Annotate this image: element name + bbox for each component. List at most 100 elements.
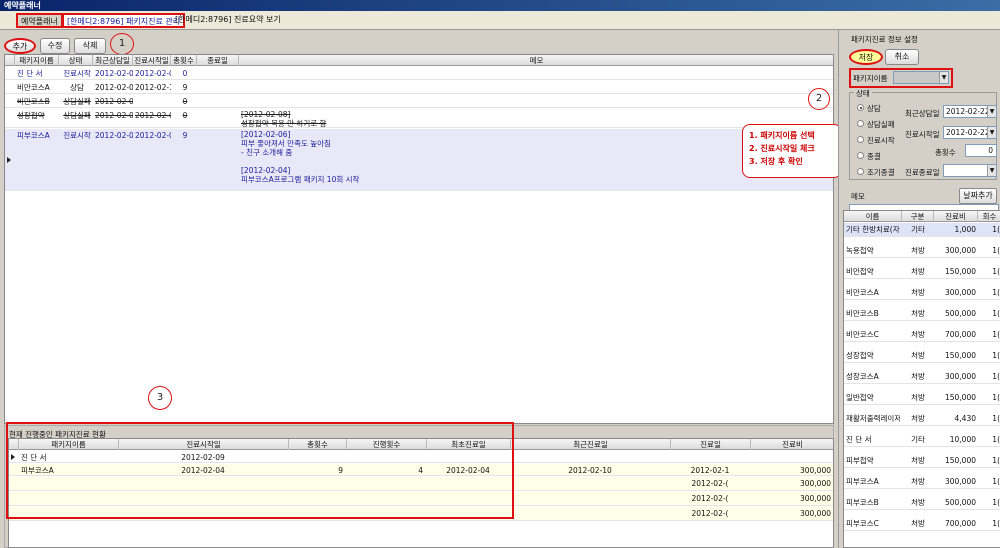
table-row[interactable]: 진 단 서 진료시작 2012-02-092012-02-09 0 — [5, 67, 833, 80]
callout-3: 3 — [148, 386, 172, 410]
cell-first: 2012-02-04 — [446, 466, 490, 475]
cell-name: 피부코스A — [17, 131, 50, 140]
cell-n: 1( — [992, 267, 1000, 276]
cell-count: 0 — [182, 111, 188, 120]
list-item[interactable]: 녹용첩약 처방 300,000 1( — [844, 244, 1000, 258]
header-last-visit: 최근진료일 — [511, 439, 671, 450]
list-item[interactable]: 일반첩약 처방 150,000 1( — [844, 391, 1000, 405]
radio-button[interactable] — [857, 168, 864, 175]
chevron-down-icon[interactable]: ▼ — [939, 72, 948, 83]
cell-name: 성장첩약 — [846, 351, 874, 360]
status-radio-1[interactable]: 상담실패 — [857, 118, 903, 130]
cell-name: 비만코스A — [846, 288, 879, 297]
table-row[interactable]: 피부코스A진료시작2012-02-042012-02-049[2012-02-0… — [5, 129, 833, 191]
list-item[interactable]: 재활저출력레이저 처방 4,430 1( — [844, 412, 1000, 426]
add-button[interactable]: 추가 — [4, 38, 36, 54]
delete-button[interactable]: 삭제 — [74, 38, 106, 54]
cell-n: 1( — [992, 393, 1000, 402]
cell-price: 500,000 — [944, 498, 976, 507]
header-status: 상태 — [59, 55, 93, 66]
tab-planner[interactable]: 예약플래너 — [16, 13, 63, 28]
list-item[interactable]: 피부코스C 처방 700,000 1( — [844, 517, 1000, 531]
list-item[interactable]: 피부코스B 처방 500,000 1( — [844, 496, 1000, 510]
list-item[interactable]: 비만첩약 처방 150,000 1( — [844, 265, 1000, 279]
list-item[interactable]: 기타 한방치료(자 기타 1,000 1( — [844, 223, 1000, 237]
table-row[interactable]: 2012-02-(300,000 — [9, 507, 833, 521]
cell-name: 재활저출력레이저 — [846, 414, 900, 423]
cell-n: 1( — [992, 372, 1000, 381]
table-row[interactable]: 성장첩약 상담실패 2012-02-082012-02-08 0 [2012-02-08… — [5, 109, 833, 128]
cell-count: 9 — [182, 83, 188, 92]
table-row[interactable]: 2012-02-( 300,000 — [9, 492, 833, 506]
cell-type: 처방 — [911, 477, 925, 486]
start-date-value: 2012-02-22 — [946, 128, 990, 137]
list-item[interactable]: 성장첩약 처방 150,000 1( — [844, 349, 1000, 363]
status-radio-0[interactable]: 상담 — [857, 102, 903, 114]
table-row[interactable]: 비만코스B 상담실패 2012-02-08 0 — [5, 95, 833, 108]
start-date-field[interactable]: 2012-02-22 ▼ — [943, 126, 997, 139]
price-list-table: 이름 구분 진료비 회수 기타 한방치료(자 기타 1,000 1(녹용첩약 처방 300… — [843, 210, 1000, 548]
row-indicator-icon — [11, 454, 15, 460]
tab-package-management[interactable]: [한메디2:8796] 패키지진료 관리 — [62, 13, 186, 28]
table-row[interactable]: 2012-02-(300,000 — [9, 477, 833, 491]
table-row[interactable]: 진 단 서 2012-02-09 — [9, 451, 833, 463]
list-item[interactable]: 비만코스C 처방 700,000 1( — [844, 328, 1000, 342]
radio-button[interactable] — [857, 104, 864, 111]
header-end-date: 종료일 — [197, 55, 239, 66]
radio-button[interactable] — [857, 152, 864, 159]
window-title-bar: 예약플래너 — [0, 0, 1000, 11]
header-memo: 메모 — [239, 55, 833, 66]
cell-type: 처방 — [911, 393, 925, 402]
chevron-down-icon[interactable]: ▼ — [987, 165, 996, 176]
cell-date: 2012-02-1 — [690, 466, 730, 475]
cell-name: 피부코스A — [21, 466, 54, 475]
cell-count: 0 — [182, 69, 188, 78]
edit-button[interactable]: 수정 — [40, 38, 70, 54]
active-packages-table: 패키지이름 진료시작일 총횟수 진행횟수 최초진료일 최근진료일 진료일 진료비… — [8, 438, 834, 548]
cancel-button[interactable]: 취소 — [885, 49, 919, 65]
list-item[interactable]: 피부첩약 처방 150,000 1( — [844, 454, 1000, 468]
cell-fee: 300,000 — [799, 466, 831, 475]
memo-line: 피부코스A프로그램 패키지 10회 시작 — [241, 175, 360, 184]
list-item[interactable]: 성장코스A 처방 300,000 1( — [844, 370, 1000, 384]
end-date-field[interactable]: ▼ — [943, 164, 997, 177]
chevron-down-icon[interactable]: ▼ — [987, 106, 996, 117]
cell-n: 1( — [992, 414, 1000, 423]
package-table: 패키지이름 상태 최근상담일 진료시작일 총횟수 종료일 메모 진 단 서 진료시… — [4, 54, 834, 424]
status-radio-2[interactable]: 진료시작 — [857, 134, 903, 146]
list-item[interactable]: 비만코스A 처방 300,000 1( — [844, 286, 1000, 300]
cell-last: 2012-02-10 — [568, 466, 612, 475]
cell-name: 비만코스C — [846, 330, 879, 339]
cell-date: 2012-02-( — [691, 494, 729, 503]
cell-price: 300,000 — [944, 288, 976, 297]
cell-name: 성장첩약 — [17, 111, 45, 120]
list-item[interactable]: 피부코스A 처방 300,000 1( — [844, 475, 1000, 489]
chevron-down-icon[interactable]: ▼ — [987, 127, 996, 138]
cell-type: 처방 — [911, 246, 925, 255]
list-item[interactable]: 진 단 서 기타 10,000 1( — [844, 433, 1000, 447]
radio-button[interactable] — [857, 136, 864, 143]
cell-name: 비만코스B — [846, 309, 879, 318]
radio-button[interactable] — [857, 120, 864, 127]
cell-start: 2012-02-04 — [135, 131, 171, 140]
table-row[interactable]: 피부코스A 2012-02-04 9 4 2012-02-04 2012-02-10 201… — [9, 464, 833, 476]
cell-name: 일반첩약 — [846, 393, 874, 402]
list-item[interactable]: 비만코스B 처방 500,000 1( — [844, 307, 1000, 321]
tab-treatment-summary[interactable]: [한메디2:8796] 진료요약 보기 — [172, 13, 284, 28]
cell-status: 진료시작 — [63, 131, 91, 140]
cell-name: 피부코스C — [846, 519, 879, 528]
package-name-select[interactable]: ▼ — [893, 71, 949, 84]
end-date-label: 진료종료일 — [905, 168, 940, 177]
add-date-button[interactable]: 날짜추가 — [959, 188, 997, 204]
header-start-date: 진료시작일 — [119, 439, 289, 450]
cell-fee: 300,000 — [799, 494, 831, 503]
cell-price: 700,000 — [944, 330, 976, 339]
status-radio-4[interactable]: 조기종결 — [857, 166, 903, 178]
save-button[interactable]: 저장 — [849, 49, 883, 65]
header-price: 진료비 — [934, 211, 978, 222]
cell-total: 9 — [338, 466, 343, 475]
consult-date-field[interactable]: 2012-02-22 ▼ — [943, 105, 997, 118]
total-count-field[interactable]: 0 — [965, 144, 997, 157]
status-radio-3[interactable]: 종결 — [857, 150, 903, 162]
table-row[interactable]: 비만코스A 상담 2012-02-092012-02-10 9 — [5, 81, 833, 94]
